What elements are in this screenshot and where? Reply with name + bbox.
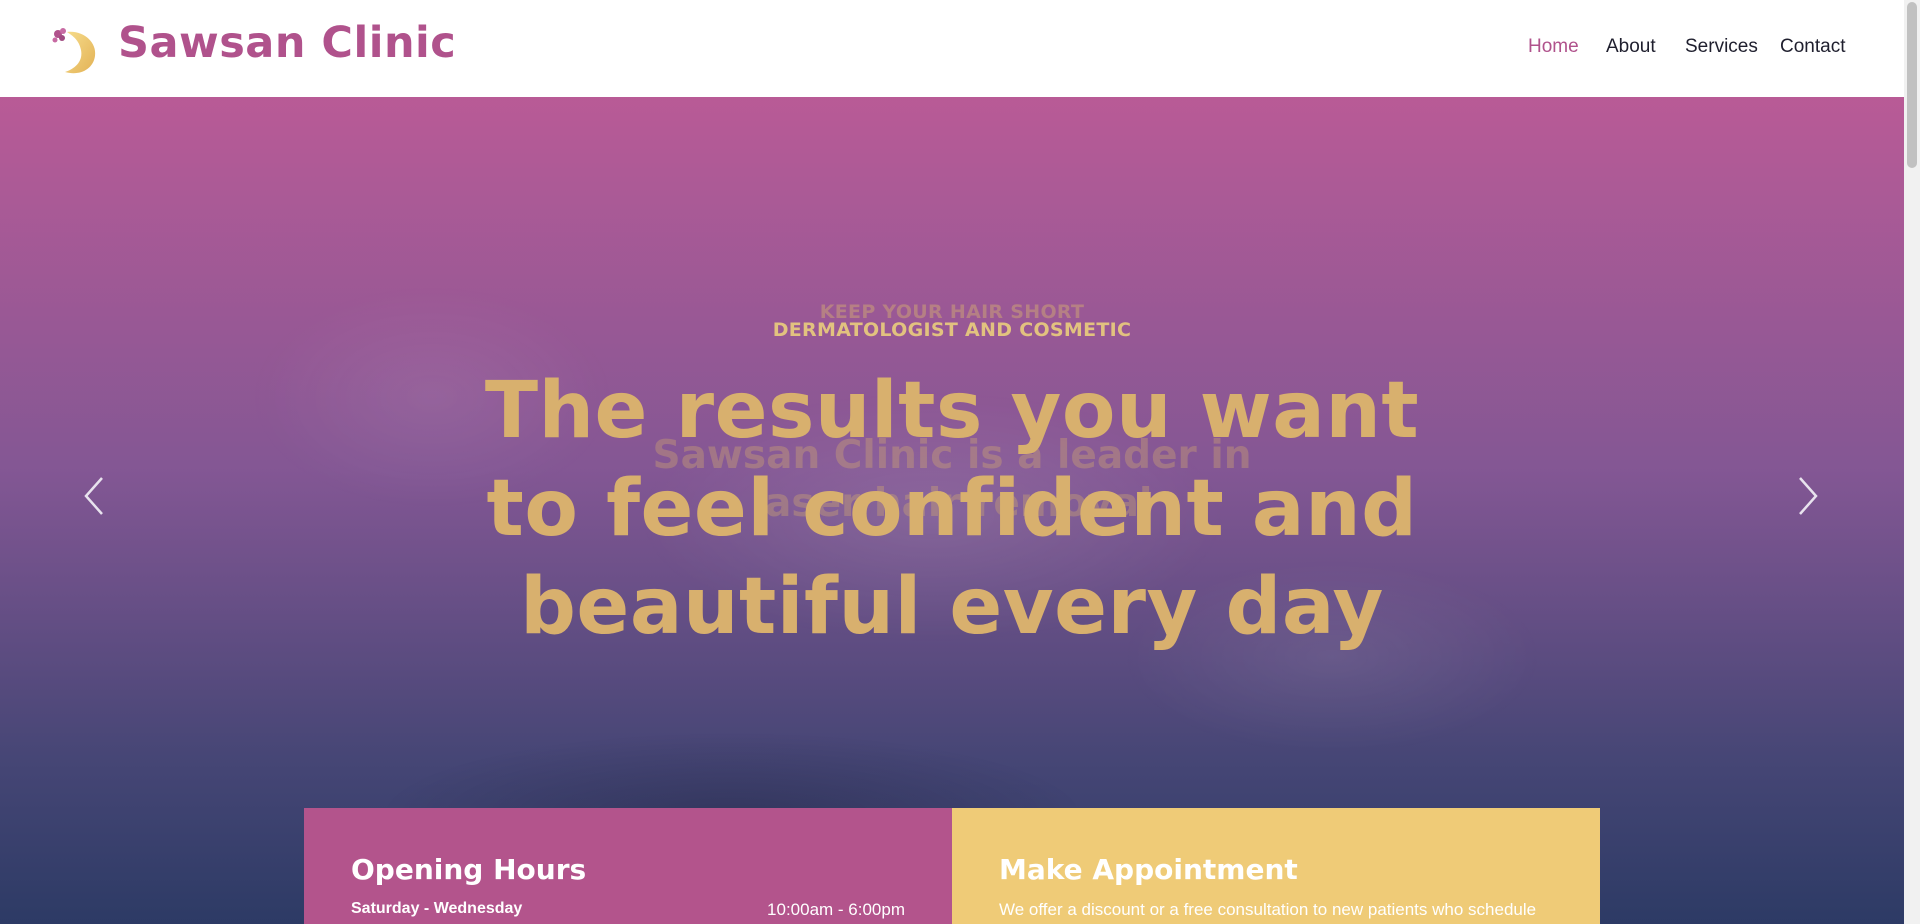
- hours-row: Saturday - Wednesday 10:00am - 6:00pm: [351, 900, 905, 924]
- nav-about-link[interactable]: About: [1606, 36, 1656, 58]
- page-scrollbar[interactable]: [1904, 0, 1920, 924]
- site-header: Sawsan Clinic Home About Services Contac…: [0, 0, 1904, 97]
- slider-next-button[interactable]: [1790, 472, 1824, 520]
- hours-time: 10:00am - 6:00pm: [767, 900, 905, 919]
- nav-contact-link[interactable]: Contact: [1780, 36, 1845, 58]
- hours-day: Saturday - Wednesday: [351, 900, 523, 917]
- opening-hours-card: Opening Hours Saturday - Wednesday 10:00…: [304, 808, 952, 924]
- scrollbar-thumb[interactable]: [1907, 2, 1917, 168]
- site-brand-name[interactable]: Sawsan Clinic: [118, 18, 456, 68]
- nav-home-link[interactable]: Home: [1528, 36, 1579, 58]
- appointment-title: Make Appointment: [999, 853, 1298, 886]
- hero-slider: KEEP YOUR HAIR SHORT DERMATOLOGIST AND C…: [0, 97, 1904, 924]
- opening-hours-title: Opening Hours: [351, 853, 587, 886]
- slider-prev-button[interactable]: [78, 472, 112, 520]
- hero-kicker: DERMATOLOGIST AND COSMETIC: [772, 319, 1132, 341]
- chevron-right-icon: [1799, 477, 1818, 515]
- appointment-description: We offer a discount or a free consultati…: [999, 900, 1537, 919]
- chevron-left-icon: [84, 477, 103, 515]
- hero-title: The results you want to feel confident a…: [484, 366, 1420, 652]
- make-appointment-card[interactable]: Make Appointment We offer a discount or …: [952, 808, 1600, 924]
- nav-services-link[interactable]: Services: [1685, 36, 1758, 58]
- clinic-logo-icon[interactable]: [49, 24, 97, 76]
